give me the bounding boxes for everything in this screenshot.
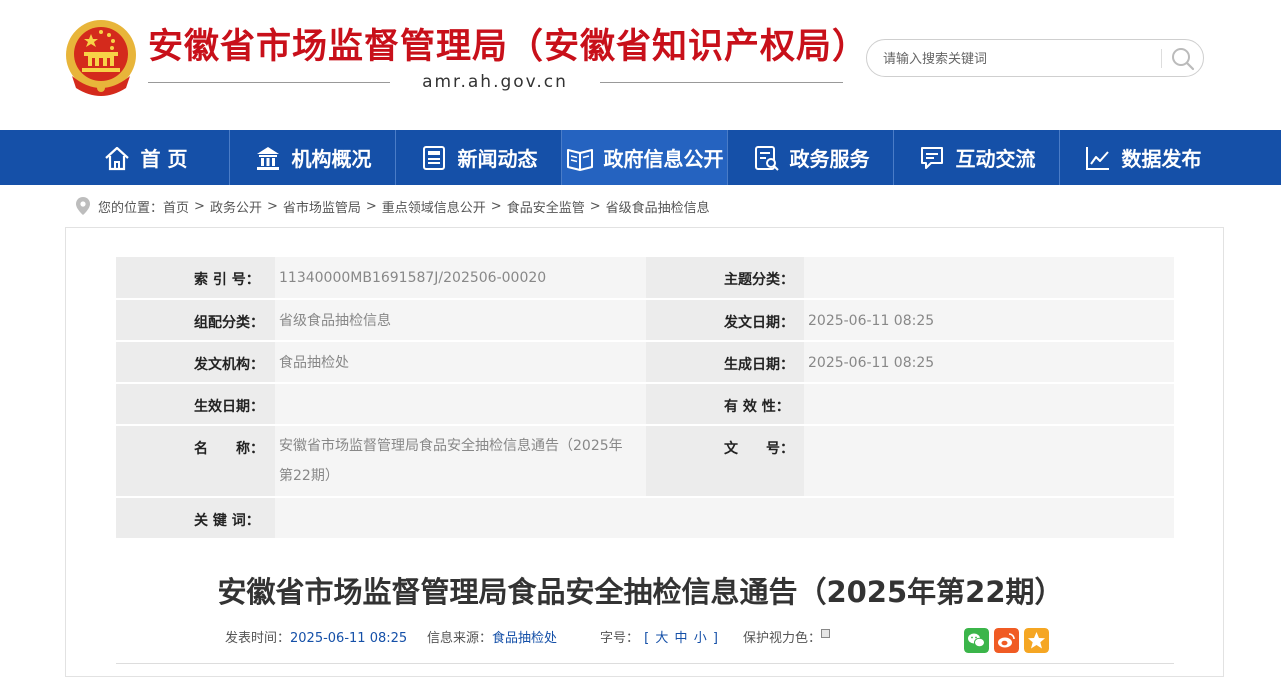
font-size-label: 字号：: [600, 631, 640, 646]
index-value: 11340000MB1691587J/202506-00020: [275, 257, 646, 300]
chat-icon: [920, 146, 943, 169]
domain-divider-left: [148, 82, 390, 83]
service-doc-icon: [754, 145, 779, 171]
nav-service-label: 政务服务: [789, 147, 870, 171]
breadcrumb-bureau[interactable]: 省市场监管局: [283, 197, 361, 216]
nav-data-label: 数据发布: [1121, 147, 1202, 171]
breadcrumb-separator: >: [490, 198, 502, 214]
meta-row: 关 键 词：: [116, 497, 1174, 540]
font-size-group: 字号： [ 大 中 小 ]: [600, 629, 719, 649]
gen-date-value: 2025-06-11 08:25: [804, 341, 1174, 384]
font-medium-link[interactable]: 中: [675, 631, 688, 646]
font-bracket-open: [: [644, 631, 650, 646]
site-title: 安徽省市场监督管理局（安徽省知识产权局）: [148, 27, 869, 67]
issue-date-label: 发文日期：: [646, 299, 804, 342]
topic-value: [804, 257, 1174, 300]
domain-divider-right: [600, 82, 843, 83]
nav-data[interactable]: 数据发布: [1060, 130, 1225, 185]
source-value: 食品抽检处: [492, 631, 558, 646]
search-icon[interactable]: [1169, 45, 1197, 73]
institution-icon: [256, 146, 279, 170]
meta-row: 索 引 号： 11340000MB1691587J/202506-00020 主…: [116, 257, 1174, 300]
org-value: 食品抽检处: [275, 341, 646, 384]
nav-news[interactable]: 新闻动态: [396, 130, 561, 185]
topic-label: 主题分类：: [646, 257, 804, 300]
gen-date-label: 生成日期：: [646, 341, 804, 384]
star-icon[interactable]: [1024, 628, 1049, 653]
breadcrumb-separator: >: [365, 198, 377, 214]
effective-date-label: 生效日期：: [116, 383, 275, 426]
breadcrumb-food-safety[interactable]: 食品安全监管: [507, 197, 585, 216]
wechat-icon[interactable]: [964, 628, 989, 653]
publish-label: 发表时间：: [225, 631, 291, 646]
validity-value: [804, 383, 1174, 426]
breadcrumb-home[interactable]: 首页: [163, 197, 189, 216]
nav-institution[interactable]: 机构概况: [230, 130, 395, 185]
document-meta-table: 索 引 号： 11340000MB1691587J/202506-00020 主…: [116, 257, 1174, 540]
breadcrumb-provincial-sampling[interactable]: 省级食品抽检信息: [606, 197, 710, 216]
group-value: 省级食品抽检信息: [275, 299, 646, 342]
publish-time-group: 发表时间：2025-06-11 08:25: [225, 629, 407, 649]
name-value: 安徽省市场监督管理局食品安全抽检信息通告（2025年第22期）: [275, 425, 646, 498]
effective-date-value: [275, 383, 646, 426]
weibo-icon[interactable]: [994, 628, 1019, 653]
search-divider: [1161, 49, 1162, 68]
eye-care-group: 保护视力色：: [743, 629, 831, 649]
breadcrumb-separator: >: [266, 198, 278, 214]
nav-gov-info[interactable]: 政府信息公开: [562, 130, 727, 185]
font-large-link[interactable]: 大: [655, 631, 668, 646]
meta-row: 名 称： 安徽省市场监督管理局食品安全抽检信息通告（2025年第22期） 文 号…: [116, 425, 1174, 498]
open-book-icon: [566, 148, 593, 171]
nav-news-label: 新闻动态: [457, 147, 538, 171]
meta-row: 发文机构： 食品抽检处 生成日期： 2025-06-11 08:25: [116, 341, 1174, 384]
source-group: 信息来源：食品抽检处: [427, 629, 557, 649]
name-label: 名 称：: [116, 425, 275, 498]
nav-home-label: 首 页: [140, 147, 188, 171]
font-bracket-close: ]: [712, 631, 718, 646]
nav-home[interactable]: 首 页: [62, 130, 228, 185]
main-nav: 首 页 机构概况 新闻动态 政府信息公开 政务服务 互动交流 数据发布: [0, 130, 1281, 185]
nav-interaction-label: 互动交流: [955, 147, 1036, 171]
breadcrumb-separator: >: [589, 198, 601, 214]
nav-gov-info-label: 政府信息公开: [603, 147, 724, 171]
location-pin-icon: [76, 197, 90, 215]
publish-time: 2025-06-11 08:25: [290, 631, 408, 646]
breadcrumb-prefix: 您的位置：: [98, 200, 164, 216]
validity-label: 有 效 性：: [646, 383, 804, 426]
breadcrumb-key-areas[interactable]: 重点领域信息公开: [382, 197, 486, 216]
search-box: [866, 39, 1204, 77]
eye-color-swatch[interactable]: [821, 629, 831, 638]
font-small-link[interactable]: 小: [694, 631, 707, 646]
nav-interaction[interactable]: 互动交流: [894, 130, 1059, 185]
news-icon: [422, 145, 445, 170]
keywords-value: [275, 497, 1174, 540]
nav-institution-label: 机构概况: [291, 147, 372, 171]
national-emblem-icon[interactable]: [64, 18, 138, 96]
keywords-label: 关 键 词：: [116, 497, 275, 540]
home-icon: [104, 146, 129, 170]
article-title: 安徽省市场监督管理局食品安全抽检信息通告（2025年第22期）: [217, 575, 1064, 609]
content-divider: [116, 663, 1174, 664]
doc-number-label: 文 号：: [646, 425, 804, 498]
breadcrumb-separator: >: [194, 198, 205, 214]
breadcrumb-gov-open[interactable]: 政务公开: [210, 197, 262, 216]
chart-icon: [1085, 146, 1109, 170]
site-header: 安徽省市场监督管理局（安徽省知识产权局） amr.ah.gov.cn: [0, 0, 1281, 130]
issue-date-value: 2025-06-11 08:25: [804, 299, 1174, 342]
meta-row: 生效日期： 有 效 性：: [116, 383, 1174, 426]
breadcrumb: 您的位置： 首页 > 政务公开 > 省市场监管局 > 重点领域信息公开 > 食品…: [76, 196, 710, 216]
article-info-line: 发表时间：2025-06-11 08:25 信息来源：食品抽检处 字号： [ 大…: [0, 629, 1281, 651]
eye-care-label: 保护视力色：: [743, 631, 822, 646]
index-label: 索 引 号：: [116, 257, 275, 300]
search-input[interactable]: [881, 48, 1155, 70]
site-domain: amr.ah.gov.cn: [422, 72, 568, 92]
nav-service[interactable]: 政务服务: [728, 130, 893, 185]
group-label: 组配分类：: [116, 299, 275, 342]
org-label: 发文机构：: [116, 341, 275, 384]
meta-row: 组配分类： 省级食品抽检信息 发文日期： 2025-06-11 08:25: [116, 299, 1174, 342]
doc-number-value: [804, 425, 1174, 498]
source-label: 信息来源：: [427, 631, 493, 646]
